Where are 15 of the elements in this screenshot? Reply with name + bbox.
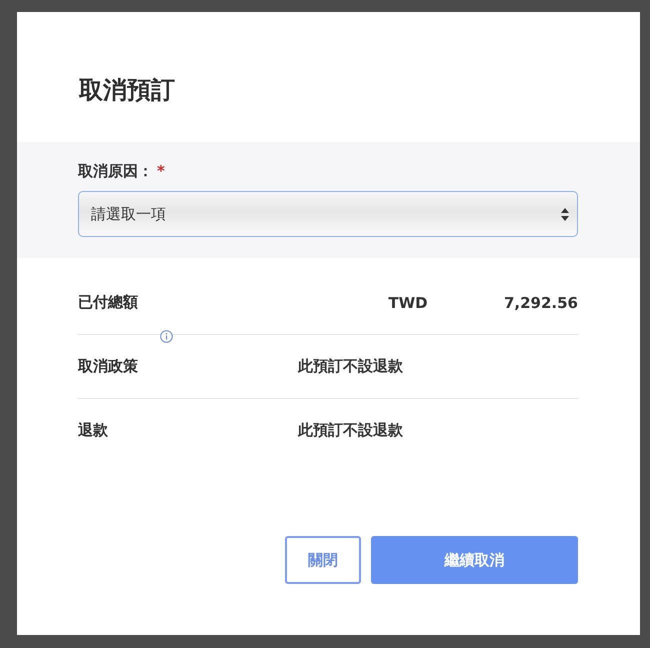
reason-select[interactable]: 請選取一項 bbox=[78, 191, 578, 237]
row-value: 7,292.56 bbox=[504, 294, 578, 312]
currency-code: TWD bbox=[387, 294, 429, 312]
close-button[interactable]: 關閉 bbox=[285, 536, 361, 584]
row-value: 此預訂不設退款 bbox=[298, 421, 403, 440]
row-label: 退款 bbox=[78, 421, 109, 440]
required-mark: * bbox=[157, 162, 165, 181]
continue-button[interactable]: 繼續取消 bbox=[371, 536, 578, 584]
info-icon[interactable] bbox=[160, 330, 173, 343]
row-value: 此預訂不設退款 bbox=[298, 357, 403, 376]
row-label: 取消政策 bbox=[78, 357, 139, 376]
field-label: 取消原因： bbox=[78, 162, 153, 181]
row-label: 已付總額 bbox=[78, 293, 139, 312]
dialog-title: 取消預訂 bbox=[78, 75, 176, 106]
select-arrows-icon bbox=[561, 208, 569, 220]
